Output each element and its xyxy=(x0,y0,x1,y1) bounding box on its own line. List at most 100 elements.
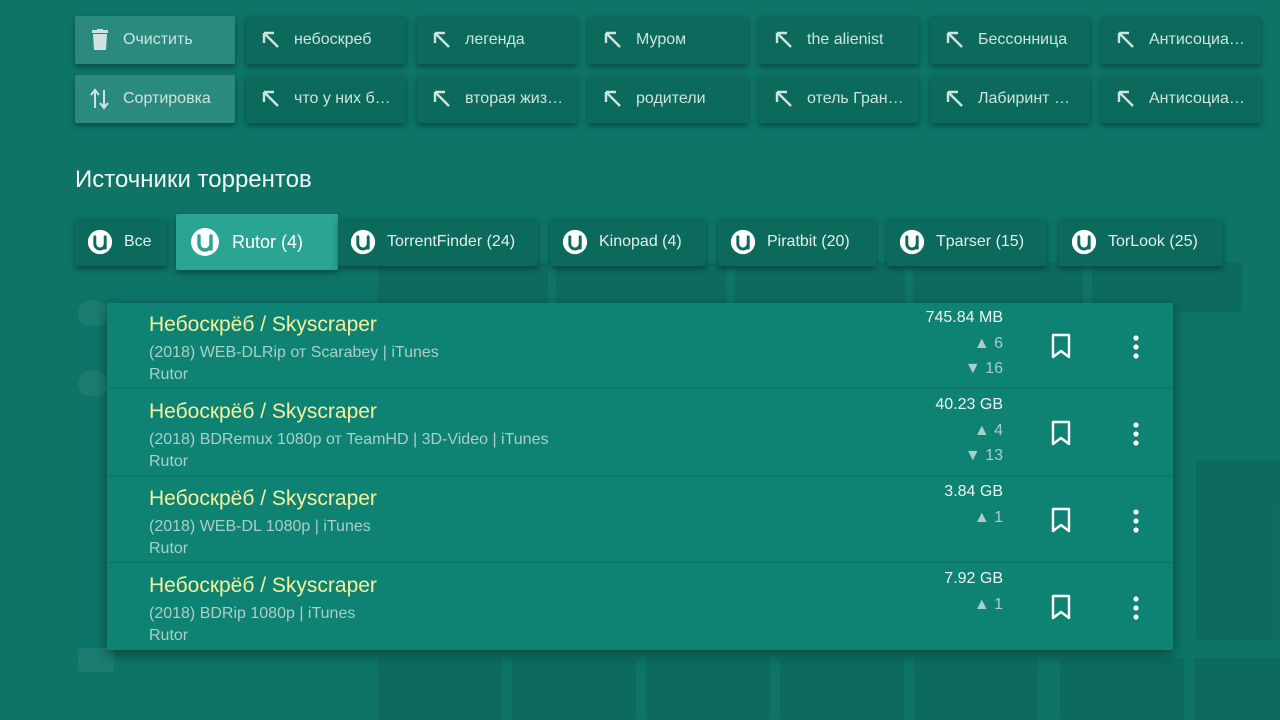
torrent-seeds: ▲ 1 xyxy=(973,509,1003,526)
source-tab-label: Все xyxy=(124,233,152,250)
bookmark-icon[interactable] xyxy=(1049,594,1073,620)
torrent-title: Небоскрёб / Skyscraper xyxy=(149,313,377,336)
history-chip-label: отель Гранд… xyxy=(807,90,913,107)
history-chip[interactable]: Муром xyxy=(588,16,748,64)
arrow-up-left-icon xyxy=(773,29,795,51)
history-chip[interactable]: вторая жизн… xyxy=(417,75,577,123)
sort-history-button[interactable]: Сортировка xyxy=(75,75,235,123)
sort-history-label: Сортировка xyxy=(123,90,211,107)
history-chip-label: Антисоциалка xyxy=(1149,31,1255,48)
torrent-result-row[interactable]: Небоскрёб / Skyscraper (2018) WEB-DLRip … xyxy=(107,303,1173,389)
torrent-details: (2018) WEB-DLRip от Scarabey | iTunes xyxy=(149,344,439,361)
bookmark-icon[interactable] xyxy=(1049,333,1073,359)
more-options-icon[interactable] xyxy=(1125,595,1147,621)
history-chip-label: родители xyxy=(636,90,706,107)
history-chip[interactable]: Антисоциалка xyxy=(1101,16,1261,64)
history-chip[interactable]: что у них бы… xyxy=(246,75,406,123)
source-tab-label: TorrentFinder (24) xyxy=(387,233,516,250)
utorrent-icon xyxy=(1071,229,1097,255)
history-chip-label: легенда xyxy=(465,31,525,48)
torrent-seeds: ▲ 4 xyxy=(973,422,1003,439)
torrent-seeds: ▲ 6 xyxy=(973,335,1003,352)
history-chip[interactable]: легенда xyxy=(417,16,577,64)
history-chip[interactable]: родители xyxy=(588,75,748,123)
history-chip-label: небоскреб xyxy=(294,31,372,48)
clear-history-button[interactable]: Очистить xyxy=(75,16,235,64)
source-tab-torlook[interactable]: TorLook (25) xyxy=(1059,218,1223,266)
torrent-details: (2018) BDRemux 1080p от TeamHD | 3D-Vide… xyxy=(149,431,549,448)
history-chip-label: Лабиринт фа… xyxy=(978,90,1090,107)
torrent-title: Небоскрёб / Skyscraper xyxy=(149,487,377,510)
history-row-1: Очистить небоскреб легенда Муром the ali… xyxy=(75,16,1280,64)
more-options-icon[interactable] xyxy=(1125,508,1147,534)
source-tab-tparser[interactable]: Tparser (15) xyxy=(887,218,1047,266)
utorrent-icon xyxy=(350,229,376,255)
torrent-result-row[interactable]: Небоскрёб / Skyscraper (2018) BDRip 1080… xyxy=(107,564,1173,650)
arrow-up-left-icon xyxy=(1115,29,1137,51)
history-chip-label: the alienist xyxy=(807,31,884,48)
history-chip[interactable]: Антисоциалк… xyxy=(1101,75,1261,123)
arrow-up-left-icon xyxy=(944,29,966,51)
utorrent-icon xyxy=(562,229,588,255)
torrent-size: 745.84 MB xyxy=(925,309,1003,326)
arrow-up-left-icon xyxy=(944,88,966,110)
more-options-icon[interactable] xyxy=(1125,334,1147,360)
torrent-size: 3.84 GB xyxy=(944,483,1003,500)
history-chip-label: Муром xyxy=(636,31,687,48)
source-tab-kinopad[interactable]: Kinopad (4) xyxy=(550,218,706,266)
torrent-tracker: Rutor xyxy=(149,627,189,644)
history-chip[interactable]: отель Гранд… xyxy=(759,75,919,123)
torrent-result-row[interactable]: Небоскрёб / Skyscraper (2018) BDRemux 10… xyxy=(107,390,1173,476)
torrent-tracker: Rutor xyxy=(149,540,189,557)
source-tab-torrentfinder[interactable]: TorrentFinder (24) xyxy=(338,218,538,266)
trash-icon xyxy=(89,29,111,51)
torrent-tracker: Rutor xyxy=(149,366,189,383)
history-chip[interactable]: Лабиринт фа… xyxy=(930,75,1090,123)
clear-history-label: Очистить xyxy=(123,31,193,48)
utorrent-icon xyxy=(730,229,756,255)
utorrent-icon xyxy=(899,229,925,255)
history-chip[interactable]: Бессонница xyxy=(930,16,1090,64)
section-title: Источники торрентов xyxy=(75,166,312,193)
history-chip-label: Антисоциалк… xyxy=(1149,90,1261,107)
utorrent-icon xyxy=(87,229,113,255)
arrow-up-left-icon xyxy=(773,88,795,110)
arrow-up-left-icon xyxy=(431,88,453,110)
arrow-up-left-icon xyxy=(602,29,624,51)
arrow-up-left-icon xyxy=(431,29,453,51)
source-tab-piratbit[interactable]: Piratbit (20) xyxy=(718,218,876,266)
more-options-icon[interactable] xyxy=(1125,421,1147,447)
source-tab-label: Tparser (15) xyxy=(936,233,1025,250)
history-chip-label: вторая жизн… xyxy=(465,90,572,107)
search-history: Очистить небоскреб легенда Муром the ali… xyxy=(75,16,1280,134)
torrent-title: Небоскрёб / Skyscraper xyxy=(149,574,377,597)
torrent-sources: Все Rutor (4) TorrentFinder (24) Kinopad… xyxy=(75,214,1280,270)
utorrent-icon xyxy=(191,228,219,256)
source-tab-all[interactable]: Все xyxy=(75,218,167,266)
sort-icon xyxy=(89,88,111,110)
bookmark-icon[interactable] xyxy=(1049,507,1073,533)
torrent-peers: ▼ 16 xyxy=(964,360,1003,377)
history-chip-label: что у них бы… xyxy=(294,90,403,107)
torrent-peers: ▼ 13 xyxy=(964,447,1003,464)
source-tab-rutor[interactable]: Rutor (4) xyxy=(176,214,338,270)
arrow-up-left-icon xyxy=(260,29,282,51)
history-chip[interactable]: the alienist xyxy=(759,16,919,64)
arrow-up-left-icon xyxy=(602,88,624,110)
torrent-result-row[interactable]: Небоскрёб / Skyscraper (2018) WEB-DL 108… xyxy=(107,477,1173,563)
arrow-up-left-icon xyxy=(260,88,282,110)
source-tab-label: Piratbit (20) xyxy=(767,233,850,250)
torrent-size: 40.23 GB xyxy=(935,396,1003,413)
torrent-size: 7.92 GB xyxy=(944,570,1003,587)
history-row-2: Сортировка что у них бы… вторая жизн… ро… xyxy=(75,75,1280,123)
history-chip[interactable]: небоскреб xyxy=(246,16,406,64)
torrent-details: (2018) WEB-DL 1080p | iTunes xyxy=(149,518,371,535)
torrent-details: (2018) BDRip 1080p | iTunes xyxy=(149,605,356,622)
source-tab-label: Rutor (4) xyxy=(232,231,304,252)
torrent-seeds: ▲ 1 xyxy=(973,596,1003,613)
source-tab-label: TorLook (25) xyxy=(1108,233,1198,250)
bookmark-icon[interactable] xyxy=(1049,420,1073,446)
source-tab-label: Kinopad (4) xyxy=(599,233,682,250)
torrent-results-list: Небоскрёб / Skyscraper (2018) WEB-DLRip … xyxy=(107,303,1173,650)
torrent-title: Небоскрёб / Skyscraper xyxy=(149,400,377,423)
